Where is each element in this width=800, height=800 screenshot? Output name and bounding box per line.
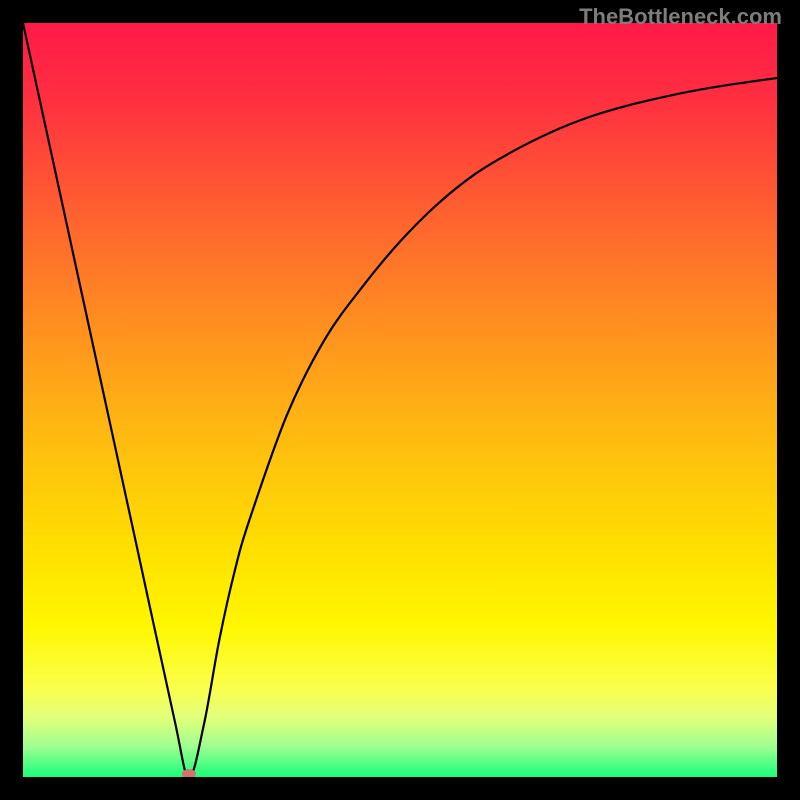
chart-frame [23, 23, 777, 777]
gradient-background [23, 23, 777, 777]
bottleneck-chart [23, 23, 777, 777]
attribution-label: TheBottleneck.com [579, 4, 782, 30]
